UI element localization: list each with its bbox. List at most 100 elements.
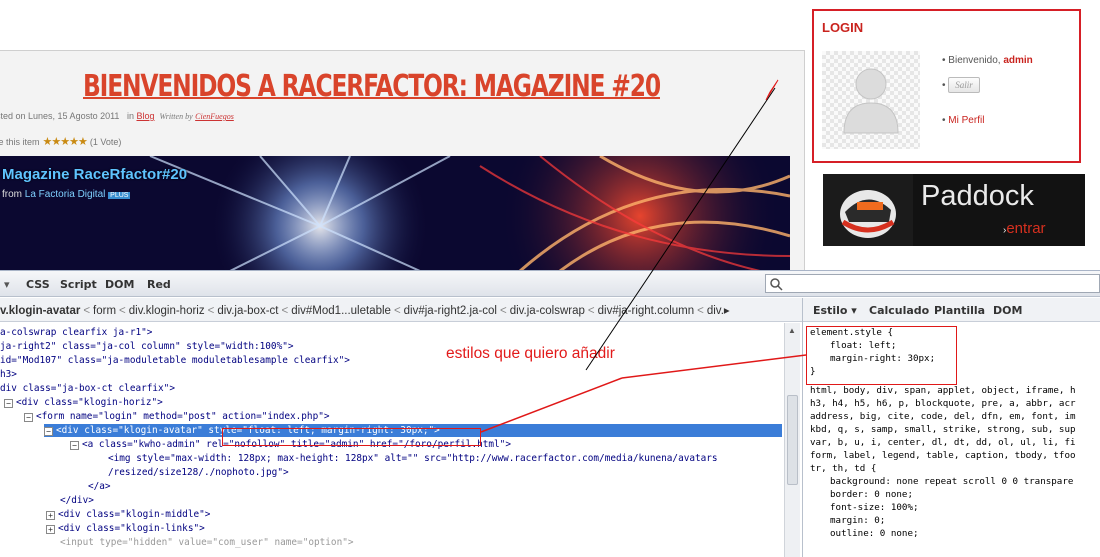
source-link[interactable]: La Factoria Digital bbox=[25, 189, 106, 200]
breadcrumb-item[interactable]: div#Mod1...uletable bbox=[291, 305, 391, 317]
web-page: BIENVENIDOS A RACERFACTOR: MAGAZINE #20 … bbox=[0, 0, 1100, 270]
firebug-toolbar: ▾ CSS Script DOM Red bbox=[0, 271, 1100, 297]
enter-label: entrar bbox=[1006, 220, 1046, 237]
breadcrumb-item[interactable]: form bbox=[93, 305, 116, 317]
collapse-icon[interactable]: − bbox=[4, 399, 13, 408]
bullet-icon: • bbox=[942, 115, 946, 126]
search-input[interactable] bbox=[765, 274, 1100, 293]
vote-count: (1 Vote) bbox=[89, 136, 122, 147]
bullet-icon: • bbox=[942, 55, 946, 66]
side-tabs: Estilo ▾ Calculado Plantilla DOM bbox=[803, 298, 1100, 322]
logout-button[interactable]: Salir bbox=[948, 77, 980, 93]
rating-stars-icon[interactable]: ★★★★★ bbox=[43, 135, 88, 148]
rate-label: te this item bbox=[0, 136, 40, 147]
collapse-icon[interactable]: − bbox=[44, 427, 53, 436]
html-line[interactable]: h3> bbox=[0, 368, 17, 381]
html-line[interactable]: a-colswrap clearfix ja-r1"> bbox=[0, 326, 152, 339]
breadcrumb-item[interactable]: div.ja-colswrap bbox=[510, 305, 585, 317]
author-link[interactable]: CienFuegos bbox=[195, 112, 234, 121]
firebug-panel: ▾ CSS Script DOM Red v.klogin-avatar < for… bbox=[0, 270, 1100, 557]
banner-credit: from La Factoria Digital PLUS bbox=[2, 189, 131, 200]
helmet-icon bbox=[823, 174, 913, 246]
plus-badge: PLUS bbox=[108, 192, 131, 199]
tab-computed[interactable]: Calculado bbox=[869, 304, 929, 317]
article-panel: BIENVENIDOS A RACERFACTOR: MAGAZINE #20 … bbox=[0, 50, 805, 270]
css-property[interactable]: outline: 0 none; bbox=[830, 527, 919, 540]
tab-layout[interactable]: Plantilla bbox=[934, 304, 985, 317]
breadcrumb-item[interactable]: v.klogin-avatar bbox=[0, 305, 80, 317]
rating-row: te this item ★★★★★ (1 Vote) bbox=[0, 135, 121, 148]
login-title: LOGIN bbox=[822, 20, 864, 35]
expand-icon[interactable]: + bbox=[46, 511, 55, 520]
breadcrumb-item[interactable]: div#ja-right.column bbox=[598, 305, 695, 317]
scroll-up-icon[interactable]: ▲ bbox=[788, 326, 796, 335]
html-line[interactable]: </a> bbox=[88, 480, 111, 493]
tab-script[interactable]: Script bbox=[60, 278, 97, 291]
article-meta: sted on Lunes, 15 Agosto 2011 in Blog Wr… bbox=[0, 111, 234, 121]
html-line-text: <div class="klogin-horiz"> bbox=[16, 397, 163, 408]
css-selector[interactable]: kbd, q, s, samp, small, strike, strong, … bbox=[810, 423, 1076, 436]
paddock-title: Paddock bbox=[921, 180, 1034, 212]
profile-link[interactable]: Mi Perfil bbox=[948, 115, 984, 126]
dropdown-arrow-icon[interactable]: ▾ bbox=[4, 278, 10, 291]
article-title[interactable]: BIENVENIDOS A RACERFACTOR: MAGAZINE #20 bbox=[83, 69, 661, 104]
collapse-icon[interactable]: − bbox=[70, 441, 79, 450]
tab-dom[interactable]: DOM bbox=[105, 278, 134, 291]
css-selector[interactable]: var, b, u, i, center, dl, dt, dd, ol, ul… bbox=[810, 436, 1076, 449]
css-property[interactable]: border: 0 none; bbox=[830, 488, 913, 501]
html-line[interactable]: + <div class="klogin-middle"> bbox=[46, 508, 210, 521]
html-line[interactable]: − <form name="login" method="post" action… bbox=[24, 410, 330, 423]
css-property[interactable]: font-size: 100%; bbox=[830, 501, 919, 514]
css-property[interactable]: margin: 0; bbox=[830, 514, 885, 527]
css-selector[interactable]: form, label, legend, table, caption, tbo… bbox=[810, 449, 1076, 462]
tab-style[interactable]: Estilo ▾ bbox=[813, 304, 857, 317]
breadcrumb-item[interactable]: div.ja-box-ct bbox=[217, 305, 278, 317]
category-link[interactable]: Blog bbox=[136, 111, 154, 121]
html-line[interactable]: − <div class="klogin-horiz"> bbox=[4, 396, 163, 409]
in-label: in bbox=[126, 111, 134, 121]
enter-link[interactable]: ›entrar bbox=[1003, 220, 1046, 237]
inline-style-highlight bbox=[222, 428, 481, 446]
html-line[interactable]: <img style="max-width: 128px; max-height… bbox=[108, 452, 718, 465]
tab-side-dom[interactable]: DOM bbox=[993, 304, 1022, 317]
bullet-icon: • bbox=[942, 80, 946, 91]
scroll-thumb[interactable] bbox=[787, 395, 798, 485]
user-silhouette-icon bbox=[843, 68, 899, 134]
tab-css[interactable]: CSS bbox=[26, 278, 50, 291]
expand-icon[interactable]: + bbox=[46, 525, 55, 534]
html-line[interactable]: /resized/size128/./nophoto.jpg"> bbox=[108, 466, 289, 479]
paddock-banner[interactable]: Paddock ›entrar bbox=[823, 174, 1085, 246]
username-link[interactable]: admin bbox=[1003, 55, 1032, 66]
html-line[interactable]: <input type="hidden" value="com_user" na… bbox=[60, 536, 354, 549]
magazine-banner[interactable]: Magazine RaceRfactor#20 from La Factoria… bbox=[0, 156, 790, 270]
written-by-label: Written by bbox=[159, 112, 193, 121]
html-line-text: <form name="login" method="post" action=… bbox=[36, 411, 330, 422]
welcome-text: Bienvenido, bbox=[948, 55, 1001, 66]
breadcrumb-item[interactable]: div.▸ bbox=[707, 305, 730, 317]
element-style-highlight bbox=[806, 326, 957, 385]
login-module: LOGIN • Bienvenido, admin • Salir • Mi P… bbox=[812, 9, 1081, 163]
html-line[interactable]: div class="ja-box-ct clearfix"> bbox=[0, 382, 175, 395]
css-property[interactable]: background: none repeat scroll 0 0 trans… bbox=[830, 475, 1073, 488]
tab-net[interactable]: Red bbox=[147, 278, 171, 291]
css-selector[interactable]: h3, h4, h5, h6, p, blockquote, pre, a, a… bbox=[810, 397, 1076, 410]
html-line[interactable]: ja-right2" class="ja-col column" style="… bbox=[0, 340, 294, 353]
html-line[interactable]: id="Mod107" class="ja-moduletable module… bbox=[0, 354, 350, 367]
avatar[interactable] bbox=[822, 51, 920, 149]
html-line[interactable]: </div> bbox=[60, 494, 94, 507]
html-scrollbar[interactable]: ▲ bbox=[784, 323, 800, 557]
collapse-icon[interactable]: − bbox=[24, 413, 33, 422]
banner-title: Magazine RaceRfactor#20 bbox=[2, 166, 188, 183]
html-line[interactable]: + <div class="klogin-links"> bbox=[46, 522, 205, 535]
breadcrumb: v.klogin-avatar < form < div.klogin-horiz < di… bbox=[0, 298, 802, 322]
posted-date: sted on Lunes, 15 Agosto 2011 bbox=[0, 111, 120, 121]
html-line-text: <div class="klogin-avatar" bbox=[56, 425, 203, 436]
css-selector[interactable]: tr, th, td { bbox=[810, 462, 876, 475]
from-label: from bbox=[2, 189, 22, 200]
breadcrumb-item[interactable]: div.klogin-horiz bbox=[129, 305, 205, 317]
css-selector[interactable]: html, body, div, span, applet, object, i… bbox=[810, 384, 1076, 397]
search-icon bbox=[770, 278, 783, 291]
css-selector[interactable]: address, big, cite, code, del, dfn, em, … bbox=[810, 410, 1076, 423]
breadcrumb-item[interactable]: div#ja-right2.ja-col bbox=[404, 305, 497, 317]
html-line-text: <div class="klogin-links"> bbox=[58, 523, 205, 534]
